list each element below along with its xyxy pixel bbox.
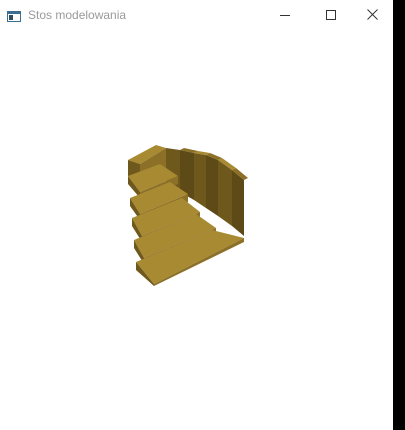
- close-icon: [366, 7, 378, 25]
- console-window-icon: [7, 9, 21, 22]
- maximize-button[interactable]: [308, 0, 354, 31]
- title-bar[interactable]: Stos modelowania: [0, 0, 390, 31]
- staircase-rib-1: [218, 160, 232, 226]
- minimize-button[interactable]: [262, 0, 308, 31]
- app-window: Stos modelowania: [0, 0, 405, 430]
- window-shadow-edge: [393, 0, 405, 430]
- staircase-3d-model: [128, 145, 248, 286]
- minimize-icon: [280, 7, 290, 25]
- staircase-rib-2: [206, 155, 218, 216]
- render-viewport[interactable]: [0, 31, 390, 430]
- staircase-side-wall: [232, 170, 244, 236]
- maximize-icon: [326, 7, 336, 25]
- close-button[interactable]: [354, 0, 390, 31]
- staircase-rib-3: [194, 153, 206, 208]
- window-title: Stos modelowania: [28, 8, 127, 22]
